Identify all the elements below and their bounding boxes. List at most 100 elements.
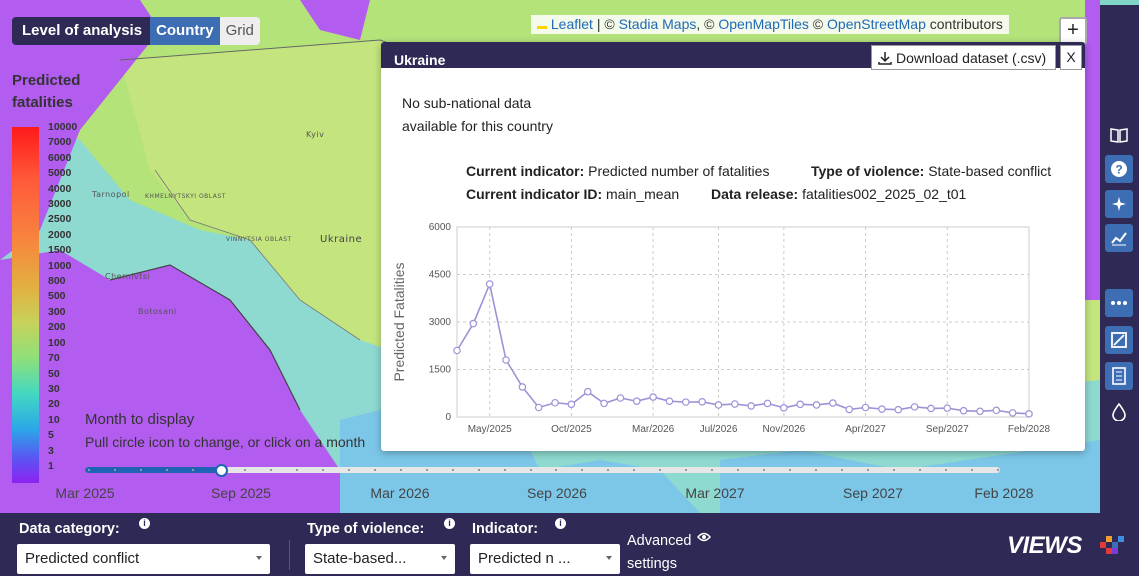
legend-tick: 10000 bbox=[48, 121, 78, 133]
month-tick bbox=[165, 469, 168, 471]
level-of-analysis: Level of analysis Country Grid bbox=[12, 17, 260, 45]
month-label[interactable]: Sep 2027 bbox=[828, 485, 918, 501]
leaflet-link[interactable]: Leaflet bbox=[551, 16, 593, 32]
data-category-label: Data category: bbox=[19, 521, 120, 537]
x-tick-label: Feb/2028 bbox=[1008, 424, 1051, 435]
month-tick bbox=[477, 469, 480, 471]
table-icon[interactable] bbox=[1105, 362, 1133, 390]
month-tick bbox=[243, 469, 246, 471]
violence-type-info-icon[interactable]: i bbox=[444, 518, 455, 529]
data-point bbox=[485, 280, 494, 288]
zoom-in-button[interactable]: + bbox=[1059, 17, 1087, 45]
indicator-select[interactable]: Predicted n ... bbox=[470, 544, 620, 574]
stadia-link[interactable]: Stadia Maps bbox=[619, 16, 697, 32]
data-point bbox=[616, 394, 625, 402]
data-category-select[interactable]: Predicted conflict bbox=[17, 544, 270, 574]
book-icon[interactable] bbox=[1105, 121, 1133, 149]
map-attribution: ▬ Leaflet | © Stadia Maps, © OpenMapTile… bbox=[531, 15, 1009, 34]
legend-tick: 2500 bbox=[48, 213, 72, 226]
level-option-country[interactable]: Country bbox=[150, 17, 220, 45]
month-tick bbox=[711, 469, 714, 471]
month-tick bbox=[191, 469, 194, 471]
help-icon[interactable]: ? bbox=[1105, 155, 1133, 183]
month-label[interactable]: Mar 2025 bbox=[40, 485, 130, 501]
data-point bbox=[469, 319, 478, 328]
month-label[interactable]: Mar 2026 bbox=[355, 485, 445, 501]
month-label[interactable]: Sep 2025 bbox=[196, 485, 286, 501]
x-tick-label: Oct/2025 bbox=[551, 424, 592, 435]
trend-icon[interactable] bbox=[1105, 224, 1133, 252]
month-tick bbox=[919, 469, 922, 471]
month-tick bbox=[529, 469, 532, 471]
data-point bbox=[910, 403, 919, 411]
data-point bbox=[649, 393, 657, 401]
data-point bbox=[861, 403, 870, 412]
data-point bbox=[698, 397, 706, 406]
x-tick-label: Nov/2026 bbox=[762, 424, 805, 435]
month-label[interactable]: Mar 2027 bbox=[670, 485, 760, 501]
month-tick bbox=[607, 469, 610, 471]
month-tick bbox=[737, 469, 740, 471]
map-label-region: VINNYTSIA OBLAST bbox=[226, 236, 292, 243]
legend-tick: 5 bbox=[48, 429, 54, 442]
data-point bbox=[567, 400, 576, 409]
level-option-grid[interactable]: Grid bbox=[219, 17, 260, 45]
month-tick bbox=[347, 469, 350, 471]
data-point bbox=[600, 399, 608, 408]
dots-icon[interactable] bbox=[1105, 289, 1133, 317]
legend-tick: 1000 bbox=[48, 259, 72, 272]
legend-tick: 6000 bbox=[48, 151, 72, 164]
drop-icon[interactable] bbox=[1105, 398, 1133, 426]
violence-type-value: State-based... bbox=[313, 550, 407, 567]
scale-icon[interactable] bbox=[1105, 326, 1133, 354]
month-label[interactable]: Feb 2028 bbox=[959, 485, 1049, 501]
legend-tick: 100 bbox=[48, 336, 66, 349]
attrib-text: © bbox=[808, 16, 828, 32]
data-point bbox=[714, 401, 723, 409]
data-point bbox=[943, 404, 952, 412]
map-label-city: Chernivtsi bbox=[105, 272, 151, 281]
views-logo-mark bbox=[1100, 536, 1124, 554]
attrib-text: , © bbox=[696, 16, 719, 32]
level-label: Level of analysis bbox=[12, 17, 151, 45]
x-tick-label: Apr/2027 bbox=[845, 424, 886, 435]
month-title: Month to display bbox=[85, 411, 195, 428]
map-label-country: Ukraine bbox=[320, 234, 363, 245]
y-axis-label: Predicted Fatalities bbox=[391, 262, 407, 381]
month-label[interactable]: Sep 2026 bbox=[512, 485, 602, 501]
month-tick bbox=[841, 469, 844, 471]
data-point bbox=[665, 397, 674, 405]
month-tick bbox=[997, 469, 999, 471]
data-point bbox=[681, 398, 690, 406]
eye-icon[interactable] bbox=[697, 531, 711, 545]
sparkle-icon[interactable] bbox=[1105, 190, 1133, 218]
data-point bbox=[747, 402, 755, 410]
legend-tick: 300 bbox=[48, 305, 66, 318]
data-point bbox=[731, 400, 739, 408]
data-category-info-icon[interactable]: i bbox=[139, 518, 150, 529]
month-tick bbox=[399, 469, 402, 471]
month-tick bbox=[763, 469, 766, 471]
data-point bbox=[959, 406, 968, 415]
openmaptiles-link[interactable]: OpenMapTiles bbox=[718, 16, 809, 32]
month-tick bbox=[373, 469, 376, 471]
month-tick bbox=[113, 469, 116, 471]
right-toolbar: ? bbox=[1100, 5, 1139, 515]
indicator-label: Indicator: bbox=[472, 521, 539, 537]
legend-tick: 500 bbox=[48, 290, 66, 303]
month-tick bbox=[867, 469, 870, 471]
map-label-city: Botosani bbox=[138, 307, 177, 316]
map-label-city: Tarnopol bbox=[92, 190, 130, 199]
openstreetmap-link[interactable]: OpenStreetMap bbox=[827, 16, 926, 32]
indicator-info-icon[interactable]: i bbox=[555, 518, 566, 529]
country-popup: Ukraine Download dataset (.csv) X No sub… bbox=[381, 42, 1085, 451]
advanced-settings-button[interactable]: Advanced settings bbox=[627, 530, 707, 576]
violence-type-select[interactable]: State-based... bbox=[305, 544, 455, 574]
y-tick-label: 1500 bbox=[429, 365, 452, 376]
legend-tick: 1500 bbox=[48, 244, 72, 257]
month-tick bbox=[139, 469, 142, 471]
legend-tick: 800 bbox=[48, 275, 66, 288]
series-line bbox=[456, 281, 1030, 415]
data-point bbox=[878, 405, 886, 413]
data-point bbox=[845, 405, 854, 414]
